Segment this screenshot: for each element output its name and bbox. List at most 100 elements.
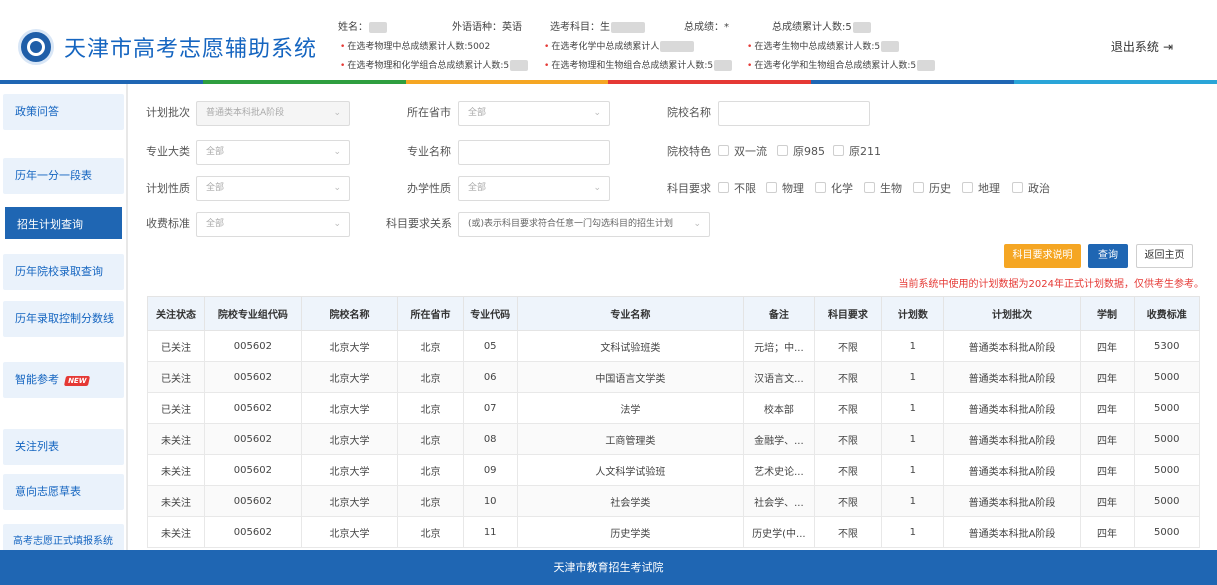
enrollment-table: 关注状态 院校专业组代码 院校名称 所在省市 专业代码 专业名称 备注 科目要求 计划数 计划批次… [146,296,1201,548]
table-row: 未关注 005602 北京大学 北京 08 工商管理类 金融学、... 不限 1 普通类本科批A阶… [146,423,1201,455]
sidebar-item-control-lines[interactable]: 历年录取控制分数线 [3,301,124,337]
major-name-input[interactable] [458,140,610,165]
info-total: 总成绩：* [684,22,729,33]
major-name-label: 专业名称 [407,145,451,158]
follow-status-link[interactable]: 未关注 [146,516,206,548]
table-header: 关注状态 院校专业组代码 院校名称 所在省市 专业代码 专业名称 备注 科目要求 计划数 计划批次… [146,296,1201,331]
table-cell: 北京 [397,330,464,362]
table-cell: 工商管理类 [516,423,745,455]
table-cell: 艺术史论... [743,454,815,486]
checkbox-211[interactable]: 原211 [833,143,881,159]
follow-status-link[interactable]: 未关注 [146,454,206,486]
plan-batch-label: 计划批次 [146,106,190,119]
checkbox-subject-any[interactable]: 不限 [718,180,756,196]
table-cell: 北京大学 [300,485,399,517]
column-header: 学制 [1079,296,1135,331]
table-cell: 四年 [1079,454,1135,486]
column-header: 计划数 [881,296,945,331]
info-name: 姓名： [338,18,387,33]
checkbox-subject-chemistry[interactable]: 化学 [815,180,853,196]
table-cell: 5000 [1133,485,1201,517]
table-cell: 1 [881,330,945,362]
table-cell: 北京大学 [300,423,399,455]
chevron-down-icon: ⌄ [333,183,341,193]
column-header: 专业名称 [516,296,745,331]
sidebar-item-policy-qa[interactable]: 政策问答 [3,94,124,130]
table-cell: 人文科学试验班 [516,454,745,486]
table-cell: 社会学、... [743,485,815,517]
column-header: 专业代码 [462,296,518,331]
table-cell: 5000 [1133,361,1201,393]
table-cell: 北京大学 [300,516,399,548]
table-cell: 不限 [813,423,883,455]
info-subjects: 选考科目：生 [550,18,645,33]
chevron-down-icon: ⌄ [333,219,341,229]
table-cell: 北京大学 [300,454,399,486]
data-notice: 当前系统中使用的计划数据为2024年正式计划数据，仅供考生参考。 [898,279,1204,290]
table-cell: 北京 [397,361,464,393]
sidebar-item-admission-history[interactable]: 历年院校录取查询 [3,254,124,290]
table-cell: 普通类本科批A阶段 [943,423,1081,455]
new-badge: NEW [63,376,91,386]
column-header: 科目要求 [813,296,883,331]
follow-status-link[interactable]: 已关注 [146,330,206,362]
table-cell: 005602 [204,392,302,424]
sidebar-item-enrollment-plan[interactable]: 招生计划查询 [3,205,124,241]
table-cell: 金融学、... [743,423,815,455]
follow-status-link[interactable]: 已关注 [146,392,206,424]
fee-label: 收费标准 [146,217,190,230]
school-feature-label: 院校特色 [667,145,711,158]
checkbox-subject-biology[interactable]: 生物 [864,180,902,196]
checkbox-subject-politics[interactable]: 政治 [1012,180,1050,196]
table-cell: 元培；中... [743,330,815,362]
sidebar-item-favorites[interactable]: 关注列表 [3,429,124,465]
table-cell: 普通类本科批A阶段 [943,516,1081,548]
table-cell: 社会学类 [516,485,745,517]
chevron-down-icon: ⌄ [593,183,601,193]
query-button[interactable]: 查询 [1088,244,1128,268]
column-header: 关注状态 [146,296,206,331]
table-cell: 北京大学 [300,361,399,393]
fee-select[interactable]: 全部 ⌄ [196,212,350,237]
plan-batch-select[interactable]: 普通类本科批A阶段 ⌄ [196,101,350,126]
table-row: 已关注 005602 北京大学 北京 05 文科试验班类 元培；中... 不限 1 普通类本科批A… [146,330,1201,362]
follow-status-link[interactable]: 未关注 [146,423,206,455]
checkbox-985[interactable]: 原985 [777,143,825,159]
major-category-select[interactable]: 全部 ⌄ [196,140,350,165]
table-cell: 1 [881,485,945,517]
checkbox-subject-geography[interactable]: 地理 [962,180,1000,196]
table-cell: 汉语言文... [743,361,815,393]
checkbox-subject-history[interactable]: 历史 [913,180,951,196]
sidebar-item-score-table[interactable]: 历年一分一段表 [3,158,124,194]
province-select[interactable]: 全部 ⌄ [458,101,610,126]
table-cell: 5300 [1133,330,1201,362]
subject-relation-label: 科目要求关系 [386,217,452,230]
checkbox-subject-physics[interactable]: 物理 [766,180,804,196]
table-cell: 1 [881,392,945,424]
sidebar-item-draft[interactable]: 意向志愿草表 [3,474,124,510]
table-cell: 北京 [397,392,464,424]
follow-status-link[interactable]: 未关注 [146,485,206,517]
plan-nature-select[interactable]: 全部 ⌄ [196,176,350,201]
table-cell: 中国语言文学类 [516,361,745,393]
logout-button[interactable]: 退出系统 ⇥ [1111,38,1173,55]
subject-relation-select[interactable]: (或)表示科目要求符合任意一门勾选科目的招生计划 ⌄ [458,212,710,237]
sidebar-item-smart-reference[interactable]: 智能参考 NEW [3,362,124,398]
table-cell: 07 [462,392,518,424]
run-nature-select[interactable]: 全部 ⌄ [458,176,610,201]
plan-nature-label: 计划性质 [146,182,190,195]
page: 天津市高考志愿辅助系统 姓名： 外语语种：英语 选考科目：生 总成绩：* 总成绩… [0,0,1217,585]
subject-req-explain-button[interactable]: 科目要求说明 [1004,244,1081,268]
follow-status-link[interactable]: 已关注 [146,361,206,393]
home-button[interactable]: 返回主页 [1136,244,1193,268]
subject-req-label: 科目要求 [667,182,711,195]
table-cell: 005602 [204,485,302,517]
province-label: 所在省市 [407,106,451,119]
table-cell: 普通类本科批A阶段 [943,392,1081,424]
table-cell: 文科试验班类 [516,330,745,362]
table-cell: 不限 [813,454,883,486]
school-name-input[interactable] [718,101,870,126]
table-cell: 1 [881,361,945,393]
checkbox-double-first-class[interactable]: 双一流 [718,143,767,159]
table-row: 已关注 005602 北京大学 北京 06 中国语言文学类 汉语言文... 不限 1 普通类本科批… [146,361,1201,393]
